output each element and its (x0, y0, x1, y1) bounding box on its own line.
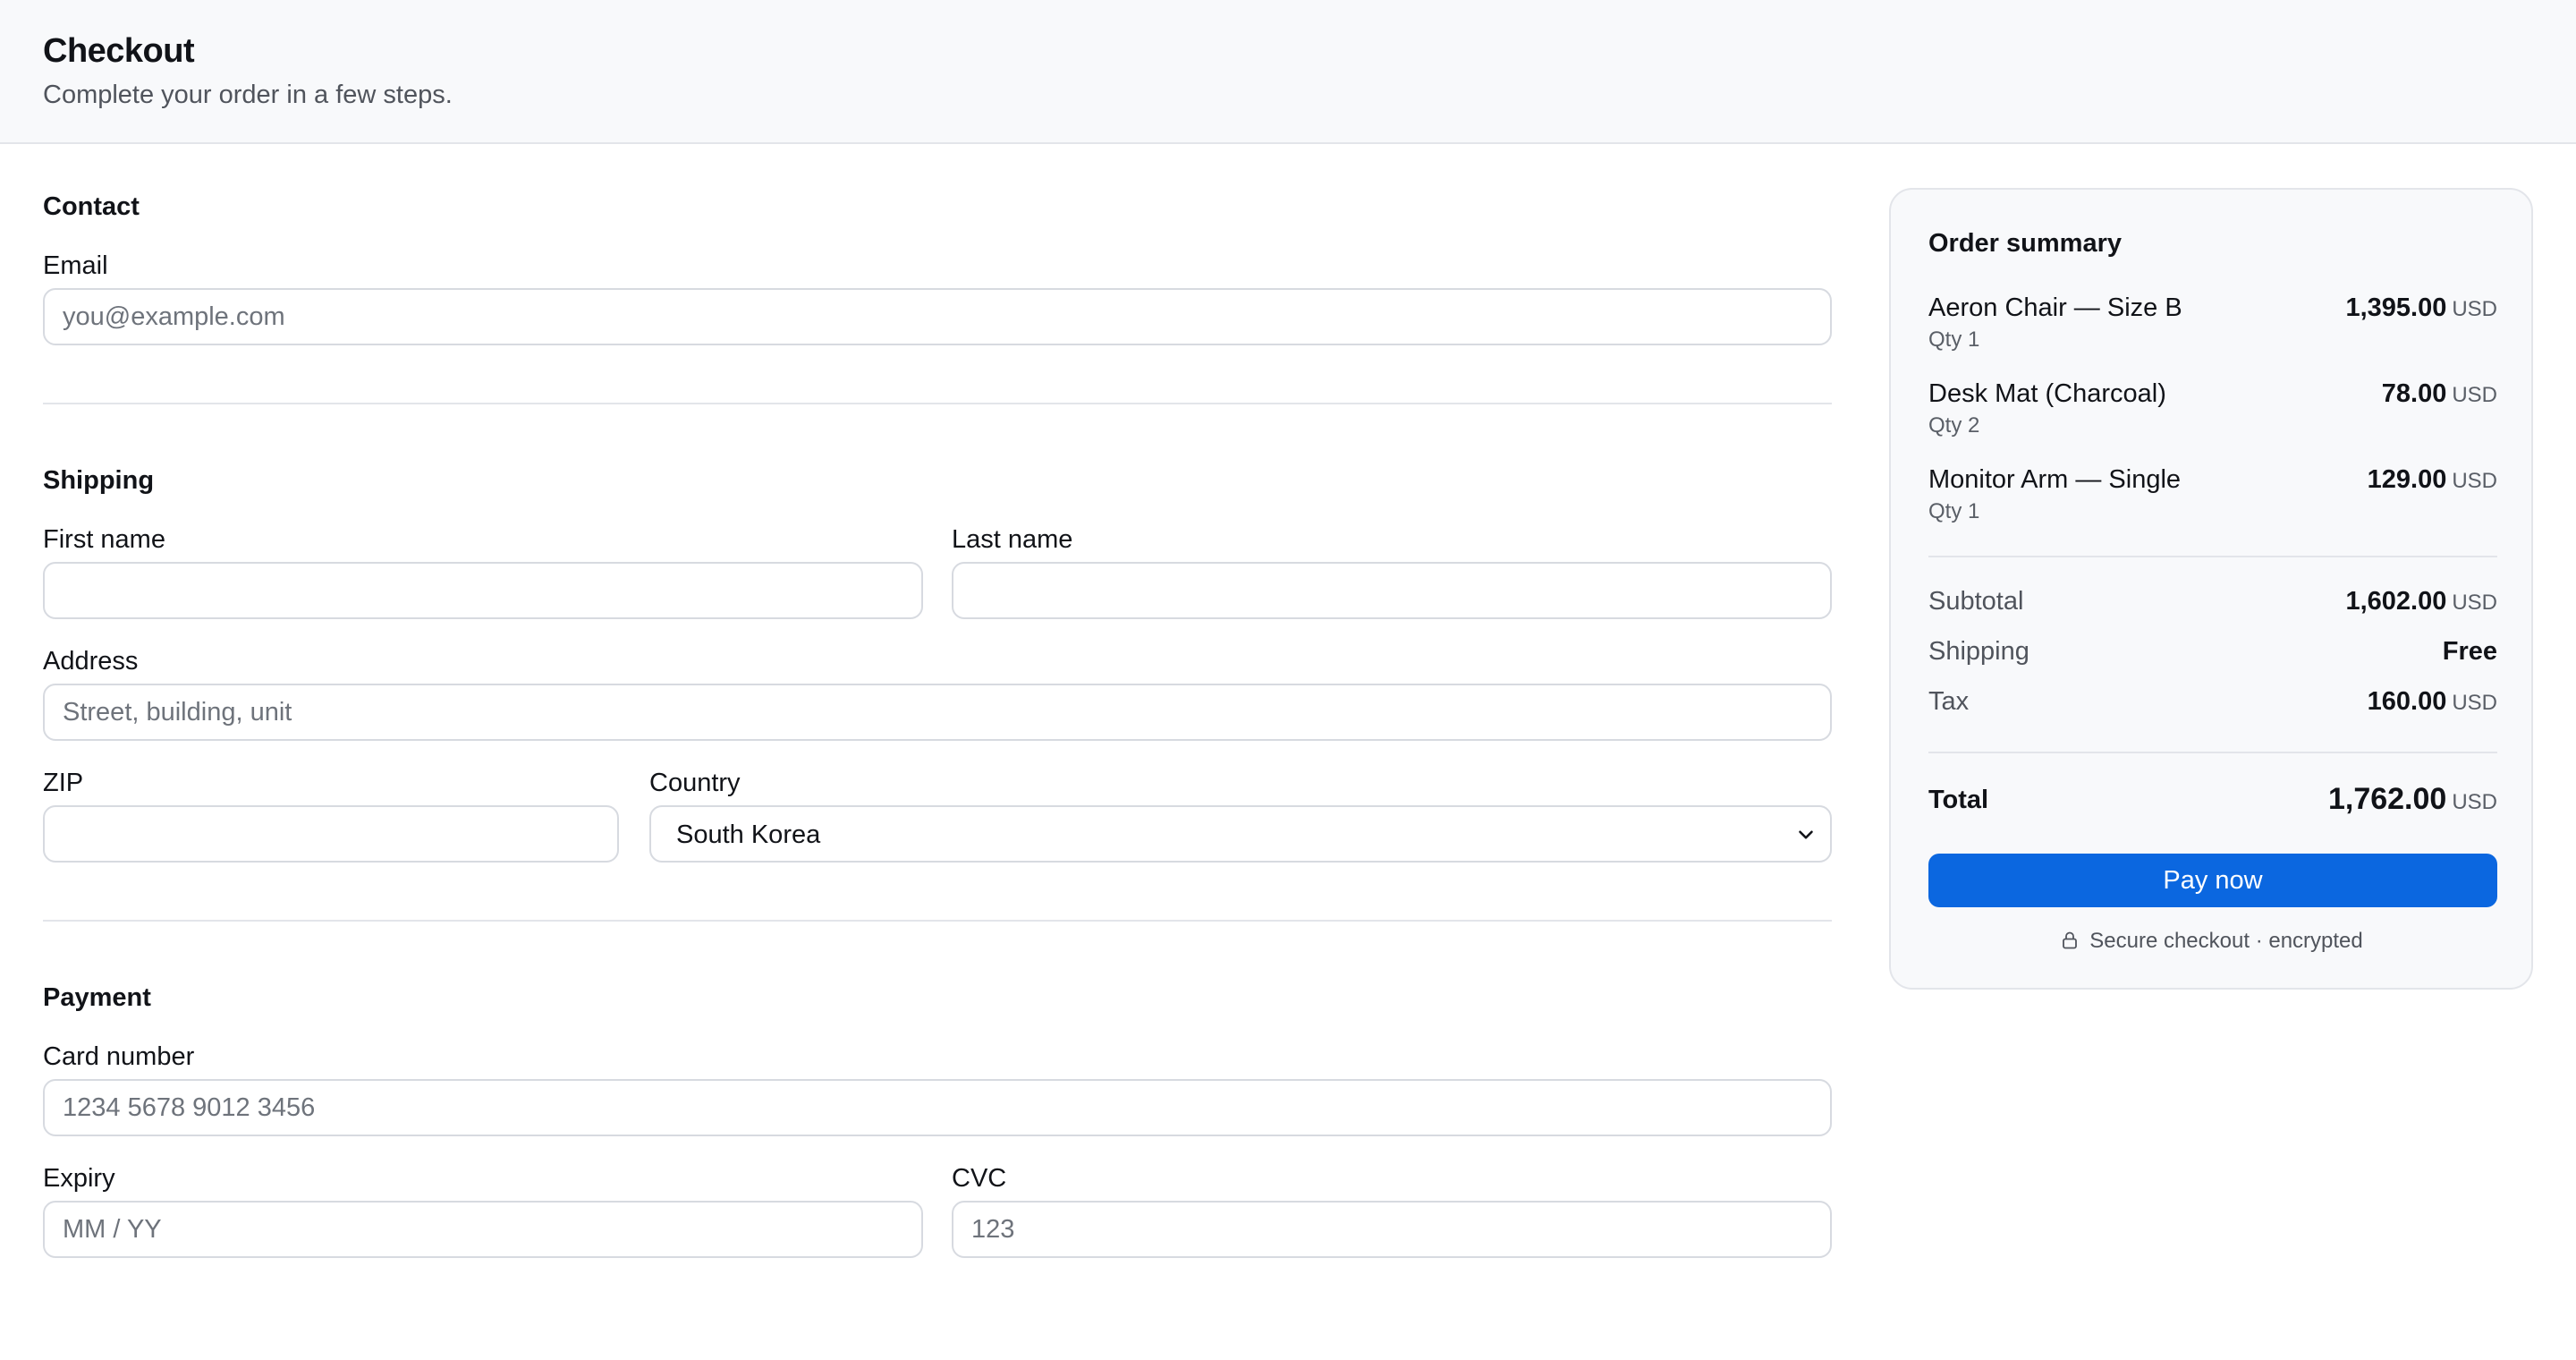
cvc-field[interactable] (952, 1201, 1832, 1258)
item-price-currency: USD (2452, 469, 2497, 493)
last-name-field[interactable] (952, 562, 1832, 619)
shipping-row: Shipping Free (1928, 637, 2497, 673)
item-name: Desk Mat (Charcoal) (1928, 379, 2166, 408)
subtotal-label: Subtotal (1928, 587, 2024, 616)
secure-checkout-note: Secure checkout · encrypted (1891, 929, 2531, 954)
item-price: 1,395.00 USD (2345, 293, 2497, 323)
cvc-label: CVC (952, 1164, 1007, 1193)
item-price-currency: USD (2452, 383, 2497, 407)
item-price-amount: 1,395.00 (2345, 293, 2447, 322)
page-header: Checkout Complete your order in a few st… (0, 0, 2576, 144)
summary-line-item: Desk Mat (Charcoal) Qty 2 78.00 USD (1928, 379, 2497, 451)
item-name: Aeron Chair — Size B (1928, 293, 2182, 322)
total-row: Total 1,762.00 USD (1928, 780, 2497, 823)
item-price: 78.00 USD (2382, 379, 2497, 409)
shipping-value: Free (2442, 637, 2497, 666)
order-summary-card: Order summary Aeron Chair — Size B Qty 1… (1889, 188, 2533, 990)
zip-field[interactable] (43, 805, 619, 863)
page-subtitle: Complete your order in a few steps. (43, 81, 453, 109)
summary-line-item: Monitor Arm — Single Qty 1 129.00 USD (1928, 465, 2497, 537)
first-name-field[interactable] (43, 562, 923, 619)
section-divider (43, 403, 1832, 404)
email-label: Email (43, 251, 108, 280)
order-summary-title: Order summary (1928, 229, 2122, 258)
item-qty: Qty 1 (1928, 499, 1980, 523)
tax-amount: 160.00 (2367, 687, 2447, 716)
lock-icon (2063, 931, 2078, 949)
pay-now-button[interactable]: Pay now (1928, 854, 2497, 907)
zip-label: ZIP (43, 769, 84, 797)
chevron-down-icon (1799, 830, 1813, 839)
total-currency: USD (2452, 790, 2497, 814)
payment-section-title: Payment (43, 983, 151, 1012)
card-number-label: Card number (43, 1042, 195, 1071)
item-qty: Qty 1 (1928, 327, 1980, 352)
subtotal-value: 1,602.00 USD (2345, 587, 2497, 616)
tax-row: Tax 160.00 USD (1928, 687, 2497, 723)
last-name-label: Last name (952, 525, 1073, 554)
country-select-value: South Korea (676, 820, 821, 849)
summary-divider (1928, 752, 2497, 753)
page-title: Checkout (43, 32, 195, 70)
checkout-form: Contact Email Shipping First name Last n… (43, 144, 1832, 1360)
address-field[interactable] (43, 684, 1832, 741)
subtotal-currency: USD (2452, 591, 2497, 615)
address-label: Address (43, 647, 139, 676)
item-qty: Qty 2 (1928, 413, 1980, 438)
email-field[interactable] (43, 288, 1832, 345)
tax-label: Tax (1928, 687, 1970, 716)
item-price-amount: 78.00 (2381, 379, 2447, 408)
subtotal-amount: 1,602.00 (2345, 587, 2447, 616)
tax-currency: USD (2452, 691, 2497, 715)
subtotal-row: Subtotal 1,602.00 USD (1928, 587, 2497, 623)
item-price-currency: USD (2452, 297, 2497, 321)
country-label: Country (649, 769, 741, 797)
item-name: Monitor Arm — Single (1928, 465, 2182, 494)
secure-checkout-text: Secure checkout · encrypted (2089, 929, 2363, 953)
item-price: 129.00 USD (2368, 465, 2497, 495)
shipping-section-title: Shipping (43, 466, 155, 495)
expiry-field[interactable] (43, 1201, 923, 1258)
contact-section-title: Contact (43, 192, 140, 221)
section-divider (43, 920, 1832, 922)
first-name-label: First name (43, 525, 165, 554)
total-label: Total (1928, 786, 1989, 814)
card-number-field[interactable] (43, 1079, 1832, 1136)
total-value: 1,762.00 USD (2328, 782, 2497, 817)
item-price-amount: 129.00 (2367, 465, 2447, 494)
country-select[interactable]: South Korea (649, 805, 1832, 863)
summary-divider (1928, 556, 2497, 557)
summary-line-item: Aeron Chair — Size B Qty 1 1,395.00 USD (1928, 293, 2497, 365)
expiry-label: Expiry (43, 1164, 115, 1193)
tax-value: 160.00 USD (2368, 687, 2497, 717)
total-amount: 1,762.00 (2327, 782, 2447, 816)
shipping-label: Shipping (1928, 637, 2029, 666)
